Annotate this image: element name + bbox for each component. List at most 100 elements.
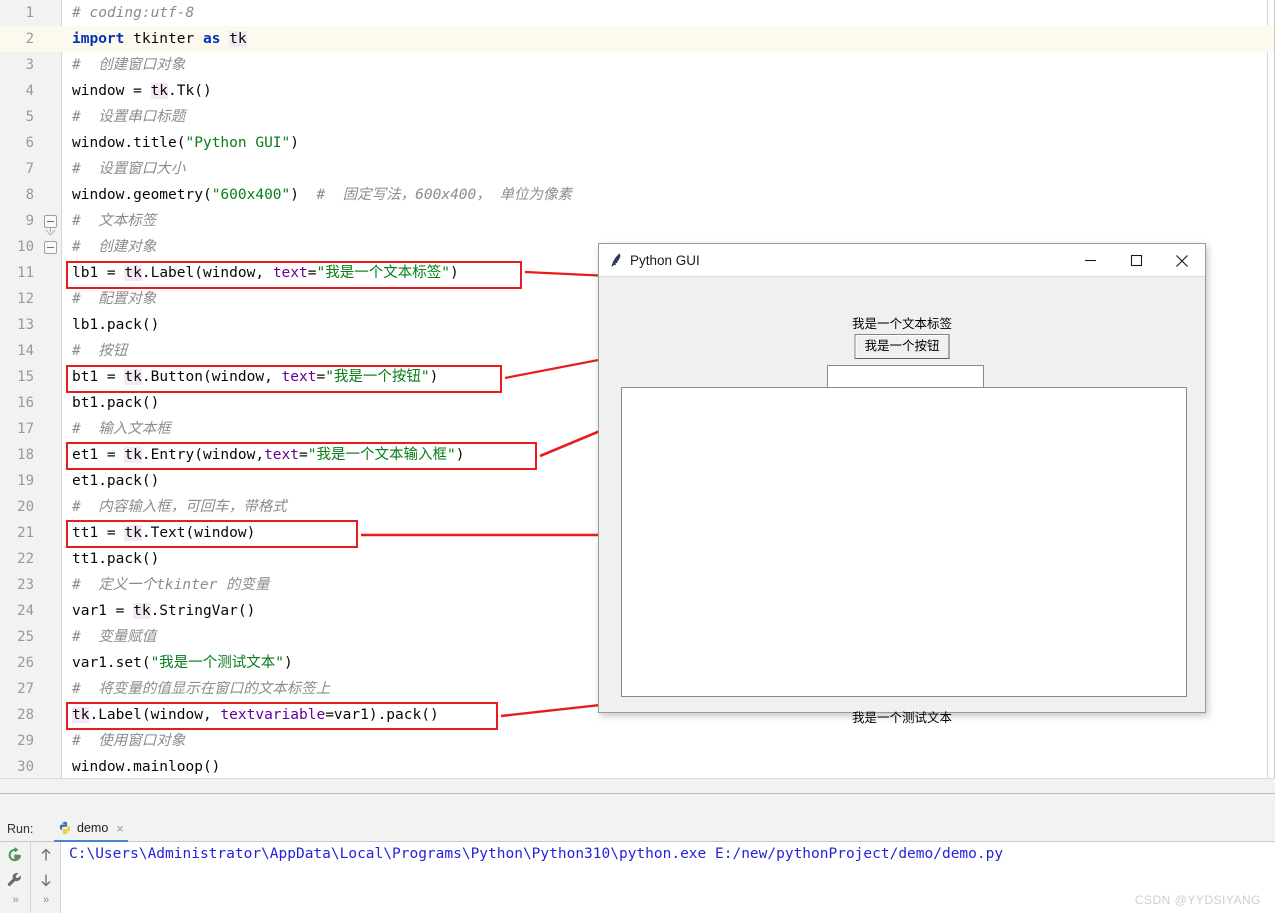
code-line-4[interactable]: 4 window = tk.Tk() [0,78,1274,104]
code-line-content: import tkinter as tk [72,31,247,47]
line-number-20: 20 [17,499,34,515]
code-line-content: # 定义一个tkinter 的变量 [72,577,270,593]
code-line-content: window.mainloop() [72,759,221,775]
code-line-8[interactable]: 8 window.geometry("600x400") # 固定写法，600x4… [0,182,1274,208]
line-number-12: 12 [17,291,34,307]
code-line-content: var1 = tk.StringVar() [72,603,256,619]
tkinter-text-widget[interactable] [621,387,1187,697]
code-line-content: # 使用窗口对象 [72,733,186,749]
code-line-content: # 变量赋值 [72,629,157,645]
code-line-content: et1.pack() [72,473,160,489]
line-number-24: 24 [17,603,34,619]
run-tab-bar [0,816,1275,842]
code-fold-icon[interactable] [44,241,57,254]
code-line-content: # 配置对象 [72,291,157,307]
code-line-content: window.title("Python GUI") [72,135,299,151]
line-number-26: 26 [17,655,34,671]
code-line-content: et1 = tk.Entry(window,text="我是一个文本输入框") [72,447,465,463]
code-line-content: # 设置窗口大小 [72,161,186,177]
line-number-16: 16 [17,395,34,411]
code-line-1[interactable]: 1 # coding:utf-8 [0,0,1274,26]
watermark: CSDN @YYDSIYANG [1134,893,1261,907]
code-line-content: var1.set("我是一个测试文本") [72,655,293,671]
line-number-29: 29 [17,733,34,749]
console-output-area[interactable]: C:\Users\Administrator\AppData\Local\Pro… [60,842,1275,913]
code-line-30[interactable]: 30 window.mainloop() [0,754,1274,780]
line-number-17: 17 [17,421,34,437]
line-number-23: 23 [17,577,34,593]
code-line-6[interactable]: 6 window.title("Python GUI") [0,130,1274,156]
tkinter-entry-field[interactable] [827,365,984,388]
tkinter-window[interactable]: Python GUI 我是一个文本标签 我是一个按钮 我是一个测试文本 [598,243,1206,725]
code-line-content: # 按钮 [72,343,128,359]
code-line-content: window = tk.Tk() [72,83,212,99]
maximize-icon[interactable] [1113,244,1159,277]
close-icon[interactable] [1159,244,1205,277]
line-number-14: 14 [17,343,34,359]
line-number-6: 6 [25,135,34,151]
run-tab-label: demo [77,821,109,835]
python-file-icon [58,821,72,835]
code-line-3[interactable]: 3 # 创建窗口对象 [0,52,1274,78]
code-line-2[interactable]: 2 import tkinter as tk [0,26,1274,52]
line-number-1: 1 [25,5,34,21]
console-output-line: C:\Users\Administrator\AppData\Local\Pro… [69,846,1004,862]
run-toolbar-left-column: » [0,842,30,913]
line-number-27: 27 [17,681,34,697]
line-number-8: 8 [25,187,34,203]
app-root: 1 # coding:utf-8 2 import tkinter as tk 3 # 创… [0,0,1275,913]
line-number-7: 7 [25,161,34,177]
code-line-content: tk.Label(window, textvariable=var1).pack… [72,707,439,723]
tkinter-variable-label: 我是一个测试文本 [851,711,952,725]
code-line-5[interactable]: 5 # 设置串口标题 [0,104,1274,130]
code-line-29[interactable]: 29 # 使用窗口对象 [0,728,1274,754]
code-line-7[interactable]: 7 # 设置窗口大小 [0,156,1274,182]
close-tab-icon[interactable]: × [116,821,124,836]
tkinter-window-title: Python GUI [630,253,700,268]
line-number-15: 15 [17,369,34,385]
line-number-19: 19 [17,473,34,489]
line-number-5: 5 [25,109,34,125]
code-line-content: tt1 = tk.Text(window) [72,525,256,541]
code-line-content: # 内容输入框，可回车，带格式 [72,499,287,515]
line-number-9: 9 [25,213,34,229]
line-number-4: 4 [25,83,34,99]
tkinter-client-area: 我是一个文本标签 我是一个按钮 我是一个测试文本 [599,277,1205,725]
editor-horizontal-scrollbar[interactable] [0,778,1275,793]
code-line-content: # 将变量的值显示在窗口的文本标签上 [72,681,331,697]
tkinter-titlebar[interactable]: Python GUI [599,244,1205,277]
line-number-18: 18 [17,447,34,463]
code-line-content: # 创建窗口对象 [72,57,186,73]
line-number-11: 11 [17,265,34,281]
line-number-30: 30 [17,759,34,775]
minimize-icon[interactable] [1067,244,1113,277]
line-number-3: 3 [25,57,34,73]
run-tab-demo[interactable]: demo × [54,816,128,842]
scroll-down-icon[interactable] [37,871,55,889]
line-number-22: 22 [17,551,34,567]
code-line-content: # 设置串口标题 [72,109,186,125]
run-toolbar: » » [0,842,60,913]
run-tool-window: Run: demo × » » C:\Users\Administrator\A… [0,793,1275,913]
tkinter-button[interactable]: 我是一个按钮 [854,334,950,359]
wrench-icon[interactable] [6,871,24,889]
line-number-21: 21 [17,525,34,541]
run-toolbar-right-column: » [30,842,60,913]
code-line-content: # 输入文本框 [72,421,171,437]
tkinter-text-label: 我是一个文本标签 [851,317,952,331]
line-number-25: 25 [17,629,34,645]
python-feather-icon [608,252,625,269]
line-number-13: 13 [17,317,34,333]
rerun-icon[interactable] [6,846,24,864]
code-line-content: lb1 = tk.Label(window, text="我是一个文本标签") [72,265,459,281]
scroll-up-icon[interactable] [37,846,55,864]
expand-right-icon[interactable]: » [43,894,49,906]
code-line-content: bt1 = tk.Button(window, text="我是一个按钮") [72,369,439,385]
run-panel-label: Run: [7,822,34,836]
line-number-10: 10 [17,239,34,255]
expand-left-icon[interactable]: » [12,894,18,906]
code-line-content: tt1.pack() [72,551,160,567]
code-line-content: # coding:utf-8 [72,5,195,21]
line-number-2: 2 [25,31,34,47]
code-line-9[interactable]: 9 # 文本标签 [0,208,1274,234]
